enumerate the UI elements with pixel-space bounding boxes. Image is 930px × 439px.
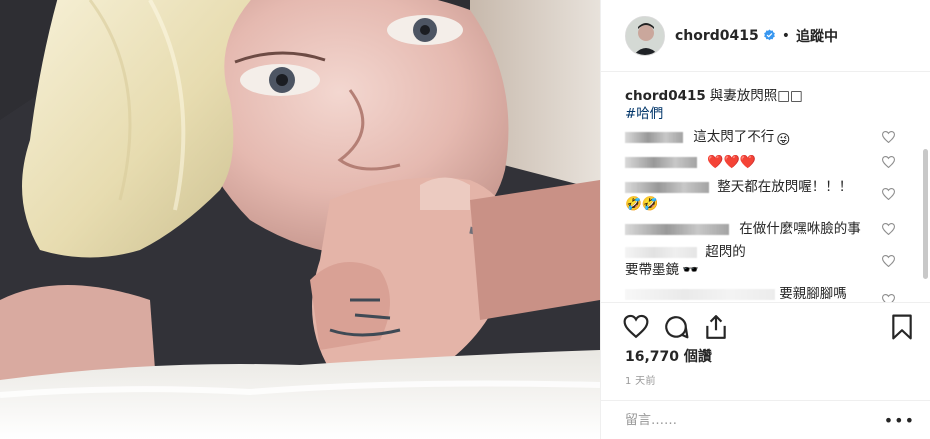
comment-icon[interactable] [663, 314, 689, 340]
verified-badge-icon [763, 29, 775, 41]
hashtag-link[interactable]: #哈們 [625, 105, 887, 123]
more-options-icon[interactable]: ••• [884, 411, 915, 430]
comment-item: 超閃的 [625, 243, 746, 261]
blurred-username [625, 246, 697, 258]
comment-item: 這太閃了不行 😜 [625, 128, 791, 148]
post-side-panel: chord0415 • 追蹤中 chord0415 與妻放閃照□□ #哈們 這太閃… [600, 0, 930, 439]
comment-item: 要親腳腳嗎 [625, 285, 847, 302]
comment-input[interactable] [625, 412, 884, 428]
follow-status-button[interactable]: 追蹤中 [796, 26, 838, 46]
heart-icon[interactable] [623, 314, 649, 340]
bookmark-icon[interactable] [889, 314, 915, 340]
comment-box: ••• [601, 400, 930, 439]
avatar[interactable] [625, 15, 665, 56]
comment-text: 在做什麼嘿咻臉的事 [739, 221, 861, 237]
comment-text: 要帶墨鏡 [625, 262, 679, 278]
emoji: ❤️❤️❤️ [707, 155, 756, 170]
comment-like-heart-icon[interactable] [882, 156, 895, 168]
blurred-username [625, 131, 683, 143]
comment-like-heart-icon[interactable] [882, 255, 895, 267]
comment-item: ❤️❤️❤️ [625, 153, 756, 172]
emoji: 🤣🤣 [625, 196, 659, 212]
share-icon[interactable] [703, 314, 729, 340]
comment-item: 整天都在放閃喔！！！ [625, 178, 852, 196]
post-photo[interactable] [0, 0, 600, 439]
avatar-image [626, 16, 664, 55]
post-caption: chord0415 與妻放閃照□□ [625, 87, 887, 105]
post-header: chord0415 • 追蹤中 [601, 0, 930, 72]
separator-dot: • [781, 27, 791, 44]
comments-list[interactable]: chord0415 與妻放閃照□□ #哈們 這太閃了不行 😜 ❤️❤️❤️ 整天都在… [601, 73, 930, 303]
comment-item: 在做什麼嘿咻臉的事 [625, 220, 861, 238]
comment-like-heart-icon[interactable] [882, 131, 895, 143]
post-photo-illustration [0, 0, 600, 439]
comment-text: 要親腳腳嗎 [779, 286, 847, 302]
emoji: 🕶️ [682, 262, 699, 278]
comment-text: 這太閃了不行 [693, 129, 775, 145]
comment-like-heart-icon[interactable] [882, 223, 895, 235]
blurred-username [625, 288, 775, 300]
post-actions [601, 303, 930, 349]
emoji: 😜 [776, 132, 791, 148]
comment-text: 整天都在放閃喔！！！ [717, 179, 853, 195]
username[interactable]: chord0415 [675, 28, 759, 44]
comment-like-heart-icon[interactable] [882, 294, 895, 303]
comment-item: 要帶墨鏡 🕶️ [625, 261, 699, 279]
blurred-username [625, 181, 709, 193]
caption-text: 與妻放閃照□□ [709, 88, 803, 104]
blurred-username [625, 156, 697, 168]
blurred-username [625, 223, 729, 235]
comments-scrollbar[interactable] [923, 149, 928, 279]
comment-like-heart-icon[interactable] [882, 188, 895, 200]
caption-username[interactable]: chord0415 [625, 88, 706, 104]
comment-text: 超閃的 [705, 244, 746, 260]
post-timestamp[interactable]: 1 天前 [625, 372, 656, 387]
comment-emoji-line: 🤣🤣 [625, 195, 659, 213]
like-count[interactable]: 16,770 個讚 [625, 346, 712, 366]
